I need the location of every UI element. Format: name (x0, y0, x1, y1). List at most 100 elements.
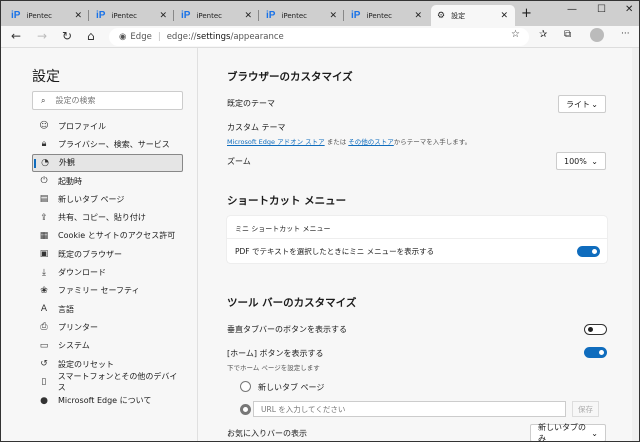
sidebar-item[interactable]: ▤ 新しいタブ ページ (32, 190, 183, 208)
tab[interactable]: iP iPentec ✕ (175, 5, 259, 26)
or-text: または (326, 138, 347, 146)
close-icon[interactable]: ✕ (159, 11, 167, 21)
power-icon: ⏻ (40, 176, 48, 187)
shortcut-card: ミニ ショートカット メニュー PDF でテキストを選択したときにミニ メニュー… (227, 216, 607, 263)
sidebar-item[interactable]: ☺ プロファイル (32, 117, 183, 135)
sidebar-item[interactable]: ● Microsoft Edge について (32, 391, 183, 409)
sidebar-item[interactable]: ▦ Cookie とサイトのアクセス許可 (32, 227, 183, 245)
sidebar-item[interactable]: ⤓ ダウンロード (32, 263, 183, 281)
sidebar-item[interactable]: 🔒︎ プライバシー、検索、サービス (32, 135, 183, 153)
ipentec-logo-icon: iP (351, 10, 361, 21)
tab[interactable]: iP iPentec ✕ (345, 5, 429, 26)
download-icon: ⤓ (42, 267, 46, 278)
home-button-label: [ホーム] ボタンを表示する (227, 349, 324, 358)
tab[interactable]: iP iPentec ✕ (5, 5, 89, 26)
tab-title: iPentec (281, 11, 308, 20)
sidebar-item-label: 外観 (59, 158, 75, 168)
tab[interactable]: iP iPentec ✕ (90, 5, 174, 26)
scrollbar[interactable] (632, 48, 639, 441)
sidebar-item[interactable]: ▯ スマートフォンとその他のデバイス (32, 372, 183, 393)
tab-bar: iP iPentec ✕ iP iPentec ✕ iP iPentec ✕ iP iPent… (1, 1, 639, 26)
minimize-button[interactable]: — (567, 4, 577, 15)
favorites-value: 新しいタブのみ (538, 423, 586, 441)
close-window-button[interactable]: ✕ (625, 4, 633, 15)
home-button[interactable]: ⌂ (87, 29, 95, 43)
settings-search-input[interactable]: ⌕ 設定の検索 (32, 91, 183, 110)
theme-dropdown[interactable]: ライト ⌄ (558, 95, 606, 113)
tab-settings[interactable]: ⚙ 設定 ✕ (431, 5, 515, 26)
avatar[interactable] (590, 28, 604, 42)
close-icon[interactable]: ✕ (244, 11, 252, 21)
share-icon: ⇪ (40, 212, 48, 223)
zoom-dropdown[interactable]: 100% ⌄ (556, 152, 606, 170)
custom-theme-label: カスタム テーマ (227, 123, 286, 132)
profile-icon: ☺ (39, 121, 49, 132)
sidebar-item-label: システム (58, 341, 90, 351)
more-menu-button[interactable]: ··· (621, 29, 630, 39)
settings-sidebar: 設定 ⌕ 設定の検索 ☺ プロファイル 🔒︎ プライバシー、検索、サービス ◔ 外観 ⏻ 起動時… (1, 48, 198, 441)
printer-icon: ⎙ (40, 322, 48, 333)
sidebar-item[interactable]: ⏻ 起動時 (32, 172, 183, 190)
sidebar-item[interactable]: ◔ 外観 (32, 153, 183, 172)
sidebar-item-label: 共有、コピー、貼り付け (58, 213, 146, 223)
sidebar-item-label: ファミリー セーフティ (58, 286, 140, 296)
ipentec-logo-icon: iP (11, 10, 21, 21)
addons-store-link[interactable]: Microsoft Edge アドオン ストア (227, 138, 325, 146)
add-favorite-icon[interactable]: ☆ (511, 29, 520, 40)
forward-button[interactable]: → (37, 29, 47, 43)
home-sub-label: 下でホーム ページを設定します (227, 364, 320, 372)
sidebar-item[interactable]: A 言語 (32, 300, 183, 318)
close-icon[interactable]: ✕ (500, 11, 508, 21)
save-button[interactable]: 保存 (572, 401, 599, 417)
close-icon[interactable]: ✕ (329, 11, 337, 21)
sidebar-item-label: Cookie とサイトのアクセス許可 (58, 231, 176, 241)
section-title: ブラウザーのカスタマイズ (227, 71, 353, 83)
other-store-link[interactable]: その他のストア (348, 138, 394, 146)
sidebar-title: 設定 (32, 69, 60, 85)
search-placeholder: 設定の検索 (55, 96, 96, 105)
sidebar-item-label: スマートフォンとその他のデバイス (57, 372, 178, 393)
sidebar-item[interactable]: ▭ システム (32, 337, 183, 355)
address-input[interactable]: ◉ Edge | edge://settings/appearance (109, 28, 529, 46)
sidebar-item[interactable]: ▣ 既定のブラウザー (32, 245, 183, 263)
favorites-icon[interactable]: ✰ (539, 29, 547, 40)
home-button-toggle[interactable] (584, 347, 607, 358)
back-button[interactable]: ← (11, 29, 21, 43)
close-icon[interactable]: ✕ (74, 11, 82, 21)
new-tab-button[interactable]: + (521, 6, 532, 21)
home-url-input[interactable]: URL を入力してください (253, 401, 566, 417)
sidebar-item[interactable]: ⎙ プリンター (32, 318, 183, 336)
laptop-icon: ▭ (39, 340, 49, 351)
edge-icon: ◉ (119, 32, 127, 42)
zoom-value: 100% (564, 156, 587, 166)
ipentec-logo-icon: iP (96, 10, 106, 21)
favorites-bar-dropdown[interactable]: 新しいタブのみ ⌄ (530, 423, 606, 441)
radio-newtab-label: 新しいタブ ページ (258, 383, 325, 392)
radio-url[interactable] (240, 404, 251, 415)
maximize-button[interactable]: ☐ (597, 4, 606, 15)
tab-title: 設定 (451, 11, 466, 20)
close-icon[interactable]: ✕ (414, 11, 422, 21)
sidebar-item[interactable]: ❀ ファミリー セーフティ (32, 282, 183, 300)
radio-newtab[interactable] (240, 381, 251, 392)
edge-icon: ● (40, 395, 48, 406)
url-path: settings (196, 32, 231, 42)
tab-title: iPentec (366, 11, 393, 20)
sidebar-item-label: 新しいタブ ページ (58, 194, 125, 204)
collections-icon[interactable]: ⧉ (564, 29, 571, 40)
reset-icon: ↺ (40, 359, 48, 369)
pdf-mini-menu-toggle[interactable] (577, 246, 600, 257)
section-title: ショートカット メニュー (227, 195, 347, 207)
cookie-icon: ▦ (39, 230, 49, 241)
theme-label: 既定のテーマ (227, 99, 275, 108)
refresh-button[interactable]: ↻ (62, 29, 72, 43)
vertical-tabs-toggle[interactable] (584, 324, 607, 335)
tab[interactable]: iP iPentec ✕ (260, 5, 344, 26)
sidebar-item-label: Microsoft Edge について (58, 396, 152, 406)
family-icon: ❀ (40, 285, 48, 296)
sidebar-item-label: 言語 (58, 304, 74, 314)
vertical-tabs-label: 垂直タブバーのボタンを表示する (227, 325, 347, 334)
sidebar-item[interactable]: ⇪ 共有、コピー、貼り付け (32, 208, 183, 226)
chevron-down-icon: ⌄ (591, 99, 598, 109)
search-icon: ⌕ (41, 95, 46, 105)
